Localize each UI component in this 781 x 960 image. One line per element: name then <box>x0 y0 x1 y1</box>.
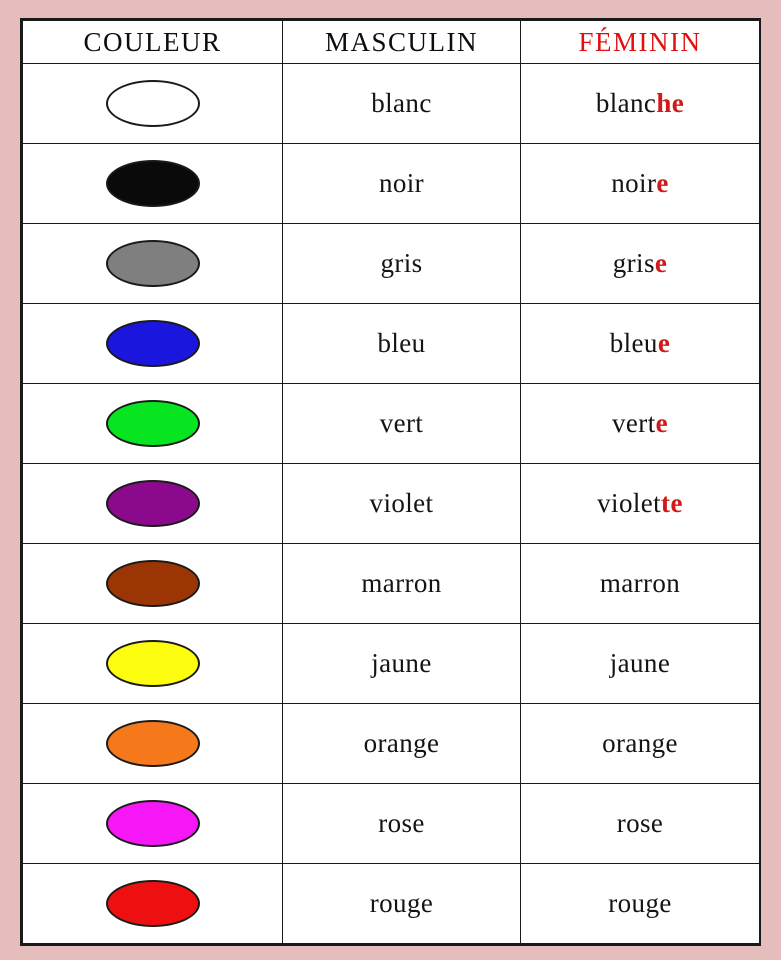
masculine-form: gris <box>282 223 521 304</box>
color-swatch-cell <box>22 863 283 944</box>
color-swatch-cell <box>22 63 283 144</box>
feminine-form: rose <box>520 783 760 864</box>
color-table-container: COULEUR MASCULIN FÉMININ blanc blanche noi… <box>20 18 761 946</box>
feminine-stem: gris <box>612 248 655 278</box>
table-row: noir noire <box>22 143 760 224</box>
masculine-form: orange <box>282 703 521 784</box>
feminine-form: grise <box>520 223 760 304</box>
feminine-stem: jaune <box>609 648 671 678</box>
table-row: jaune jaune <box>22 623 760 704</box>
feminine-stem: blanc <box>595 88 657 118</box>
oval-swatch-rouge <box>105 880 200 927</box>
feminine-form: rouge <box>520 863 760 944</box>
feminine-stem: bleu <box>609 328 658 358</box>
color-gender-table: COULEUR MASCULIN FÉMININ blanc blanche noi… <box>22 20 760 944</box>
feminine-form: orange <box>520 703 760 784</box>
column-header-feminin: FÉMININ <box>520 20 760 64</box>
oval-swatch-blanc <box>105 80 200 127</box>
color-swatch-cell <box>22 623 283 704</box>
color-swatch-cell <box>22 703 283 784</box>
table-row: blanc blanche <box>22 63 760 144</box>
table-row: rouge rouge <box>22 863 760 944</box>
masculine-form: noir <box>282 143 521 224</box>
oval-swatch-marron <box>105 560 200 607</box>
color-swatch-cell <box>22 303 283 384</box>
table-row: bleu bleue <box>22 303 760 384</box>
oval-swatch-rose <box>105 800 200 847</box>
table-row: gris grise <box>22 223 760 304</box>
masculine-form: blanc <box>282 63 521 144</box>
oval-swatch-noir <box>105 160 200 207</box>
feminine-stem: rouge <box>608 888 672 918</box>
masculine-form: bleu <box>282 303 521 384</box>
feminine-form: marron <box>520 543 760 624</box>
masculine-form: vert <box>282 383 521 464</box>
feminine-stem: rose <box>616 808 664 838</box>
oval-swatch-gris <box>105 240 200 287</box>
masculine-form: rose <box>282 783 521 864</box>
masculine-form: violet <box>282 463 521 544</box>
feminine-form: verte <box>520 383 760 464</box>
feminine-stem: orange <box>602 728 678 758</box>
feminine-stem: noir <box>611 168 657 198</box>
oval-swatch-jaune <box>105 640 200 687</box>
table-row: vert verte <box>22 383 760 464</box>
color-swatch-cell <box>22 543 283 624</box>
feminine-form: blanche <box>520 63 760 144</box>
table-row: marron marron <box>22 543 760 624</box>
oval-swatch-vert <box>105 400 200 447</box>
feminine-suffix: e <box>657 328 671 358</box>
feminine-form: violette <box>520 463 760 544</box>
oval-swatch-bleu <box>105 320 200 367</box>
column-header-masculin: MASCULIN <box>282 20 521 64</box>
feminine-suffix: te <box>661 488 683 518</box>
feminine-suffix: he <box>656 88 685 118</box>
feminine-form: jaune <box>520 623 760 704</box>
masculine-form: jaune <box>282 623 521 704</box>
masculine-form: marron <box>282 543 521 624</box>
masculine-form: rouge <box>282 863 521 944</box>
table-header: COULEUR MASCULIN FÉMININ <box>22 20 760 64</box>
feminine-suffix: e <box>656 168 669 198</box>
color-swatch-cell <box>22 223 283 304</box>
oval-swatch-orange <box>105 720 200 767</box>
feminine-stem: marron <box>599 568 681 598</box>
table-row: rose rose <box>22 783 760 864</box>
feminine-stem: vert <box>612 408 656 438</box>
feminine-form: bleue <box>520 303 760 384</box>
feminine-suffix: e <box>655 408 668 438</box>
color-swatch-cell <box>22 783 283 864</box>
color-swatch-cell <box>22 463 283 544</box>
color-swatch-cell <box>22 143 283 224</box>
feminine-suffix: e <box>654 248 668 278</box>
table-row: orange orange <box>22 703 760 784</box>
column-header-couleur: COULEUR <box>22 20 283 64</box>
header-row: COULEUR MASCULIN FÉMININ <box>22 20 760 64</box>
table-body: blanc blanche noir noire gris grise bleu bleue v… <box>22 63 760 944</box>
table-row: violet violette <box>22 463 760 544</box>
color-swatch-cell <box>22 383 283 464</box>
oval-swatch-violet <box>105 480 200 527</box>
feminine-stem: violet <box>597 488 662 518</box>
feminine-form: noire <box>520 143 760 224</box>
